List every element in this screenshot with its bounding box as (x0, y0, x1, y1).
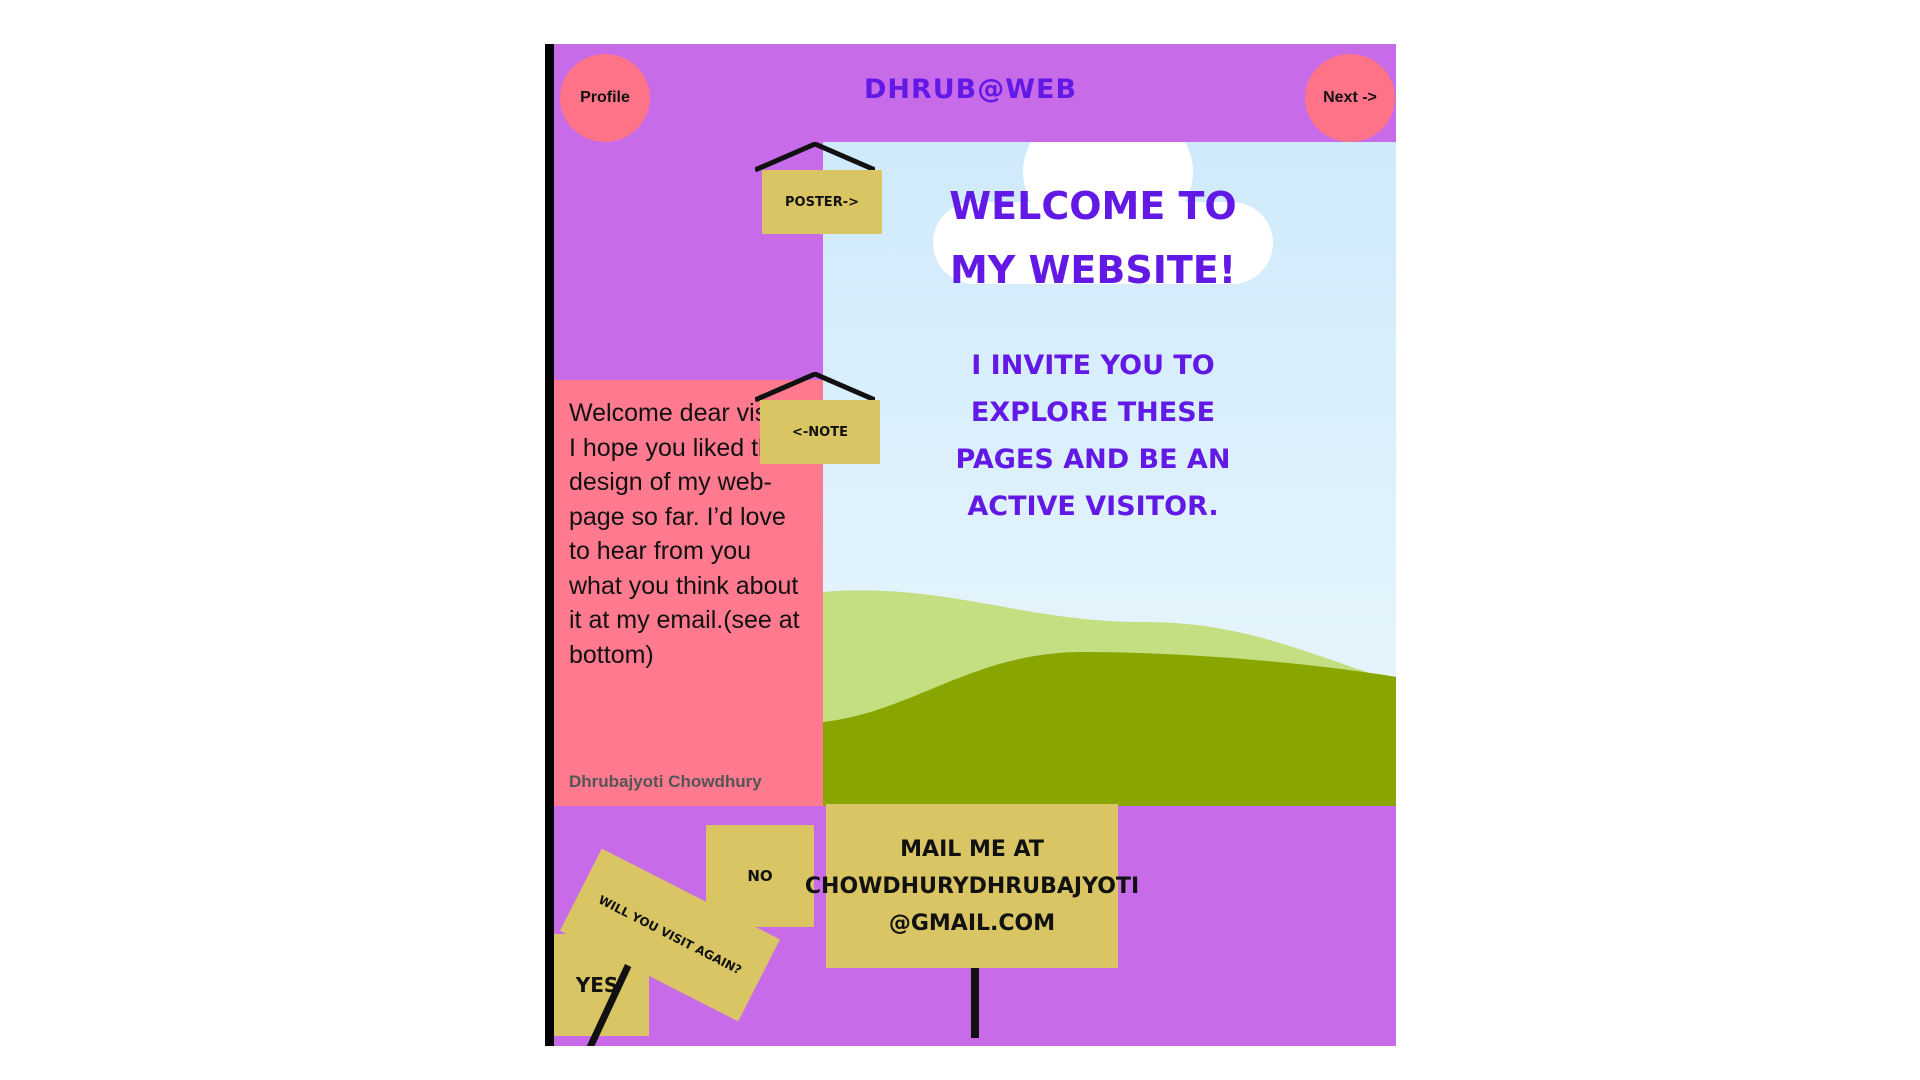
invite-text: I INVITE YOU TO EXPLORE THESE PAGES AND … (955, 350, 1231, 522)
note-hanger (755, 372, 875, 402)
hero-sky: WELCOME TO MY WEBSITE! I INVITE YOU TO E… (823, 142, 1396, 806)
mail-line-3[interactable]: @GMAIL.COM (889, 905, 1055, 942)
hills-graphic (823, 590, 1396, 806)
mail-line-1: MAIL ME AT (900, 836, 1044, 862)
site-title: DHRUB@WEB (863, 74, 1078, 105)
page-canvas: Profile DHRUB@WEB Next -> WELCOME TO MY … (545, 44, 1396, 1046)
poster-sign[interactable]: POSTER-> (762, 170, 882, 234)
mail-sign: MAIL ME AT CHOWDHURYDHRUBAJYOTI @GMAIL.C… (805, 804, 1139, 968)
note-author: Dhrubajyoti Chowdhury (569, 772, 762, 791)
welcome-heading: WELCOME TO MY WEBSITE! (949, 184, 1237, 292)
next-button[interactable]: Next -> (1305, 54, 1395, 142)
note-sign[interactable]: <-NOTE (760, 400, 880, 464)
left-border (545, 44, 554, 1046)
poster-hanger (755, 142, 875, 172)
mail-sign-post (971, 968, 979, 1038)
mail-line-2[interactable]: CHOWDHURYDHRUBAJYOTI (805, 868, 1139, 905)
